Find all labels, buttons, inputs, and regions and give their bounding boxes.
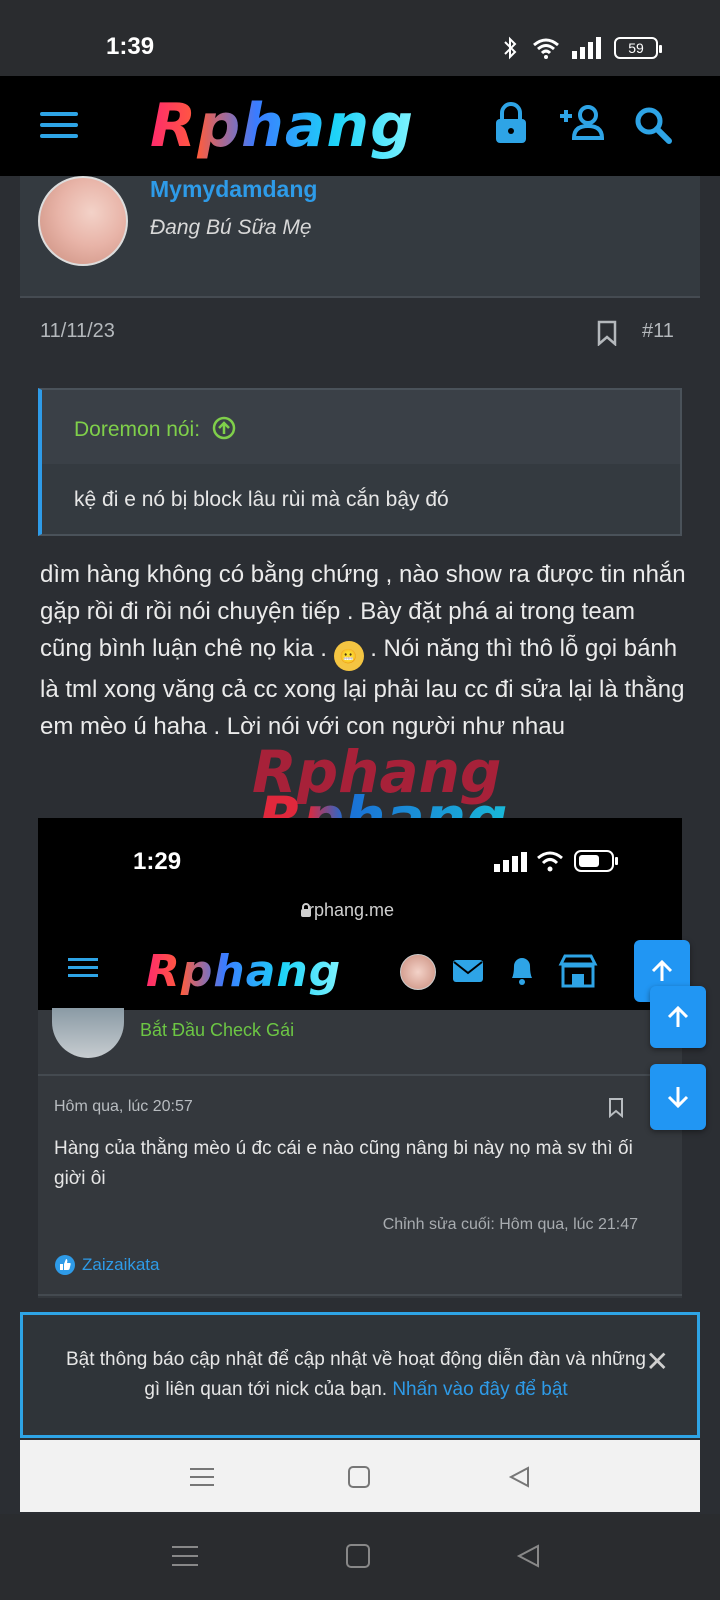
embedded-bell-icon (512, 958, 532, 985)
status-time: 1:39 (106, 33, 155, 60)
back-icon (508, 1466, 529, 1488)
site-logo[interactable]: Rphang (150, 88, 414, 164)
lock-icon[interactable] (494, 101, 528, 145)
author-name[interactable]: Mymydamdang (150, 176, 317, 203)
close-icon[interactable]: ✕ (646, 1345, 669, 1378)
embedded-header: 1:29 rphang.me Rphang (38, 818, 682, 1010)
home-icon (348, 1466, 370, 1488)
push-notice: Bật thông báo cập nhật để cập nhật về ho… (20, 1312, 700, 1438)
notice-enable-link[interactable]: Nhấn vào đây để bật (392, 1379, 567, 1400)
home-icon[interactable] (346, 1544, 370, 1568)
quote-text: kệ đi e nó bị block lâu rùi mà cắn bậy đ… (74, 488, 449, 511)
battery-indicator: 59 (614, 37, 662, 59)
quote-header[interactable]: Doremon nói: (42, 390, 680, 464)
back-icon[interactable] (516, 1544, 540, 1568)
person-add-icon[interactable] (558, 104, 606, 142)
embedded-avatar (400, 954, 436, 990)
arrow-down-icon (667, 1087, 689, 1109)
embedded-text: Hàng của thằng mèo ú đc cái e nào cũng n… (54, 1138, 633, 1189)
bluetooth-icon (504, 36, 517, 60)
post-number[interactable]: #11 (642, 320, 674, 343)
arrow-up-icon (667, 1005, 689, 1027)
embedded-mail-icon (453, 960, 483, 982)
embedded-member-avatar (52, 1008, 124, 1058)
embedded-time: 1:29 (133, 848, 182, 875)
embedded-divider-bottom (38, 1294, 682, 1296)
scroll-down-button[interactable] (650, 1064, 706, 1130)
like-icon (55, 1255, 75, 1275)
embedded-bookmark-icon (609, 1098, 623, 1118)
recent-apps-icon[interactable] (172, 1544, 198, 1568)
embedded-nav-bar (20, 1440, 700, 1512)
quote-author: Doremon nói: (74, 418, 201, 441)
embedded-divider (38, 1074, 682, 1076)
embedded-store-icon (558, 954, 598, 988)
embedded-menu-icon (68, 958, 98, 977)
embedded-reaction: Zaizaikata (54, 1254, 159, 1276)
system-nav-bar (0, 1514, 720, 1600)
post-date[interactable]: 11/11/23 (40, 320, 115, 343)
arrow-up-icon (651, 959, 673, 981)
embedded-wifi-icon (537, 851, 563, 872)
notice-text: Bật thông báo cập nhật để cập nhật về ho… (61, 1345, 651, 1405)
arrow-up-circle-icon[interactable] (212, 416, 236, 440)
recent-apps-icon (190, 1468, 214, 1486)
status-icons: 59 (500, 36, 662, 60)
embedded-logo: Rphang (146, 942, 341, 1002)
divider (20, 296, 700, 298)
scroll-up-button[interactable] (650, 986, 706, 1048)
menu-icon[interactable] (40, 110, 78, 140)
search-icon[interactable] (634, 106, 672, 144)
embedded-date: Hôm qua, lúc 20:57 (54, 1098, 193, 1115)
embedded-battery-icon (574, 850, 618, 872)
embedded-edited: Chỉnh sửa cuối: Hôm qua, lúc 21:47 (382, 1216, 638, 1233)
quote-block: Doremon nói: kệ đi e nó bị block lâu rùi… (38, 388, 682, 536)
signal-icon (572, 37, 601, 59)
embedded-signal-icon (494, 852, 527, 872)
embedded-screenshot[interactable]: 1:29 rphang.me Rphang Bắt Đầu Check Gái … (38, 818, 682, 1298)
reaction-user: Zaizaikata (82, 1255, 160, 1274)
embedded-member-name: Bắt Đầu Check Gái (140, 1020, 295, 1040)
status-bar: 1:39 59 (0, 0, 720, 76)
bookmark-icon[interactable] (596, 320, 618, 346)
author-title: Đang Bú Sữa Mẹ (150, 216, 312, 239)
author-avatar[interactable] (38, 176, 128, 266)
post-body: dìm hàng không có bằng chứng , nào show … (40, 556, 690, 745)
grimace-emoji-icon: 😬 (333, 641, 364, 671)
embedded-url: rphang.me (308, 900, 395, 920)
app-header: Rphang (0, 76, 720, 176)
wifi-icon (533, 38, 559, 59)
